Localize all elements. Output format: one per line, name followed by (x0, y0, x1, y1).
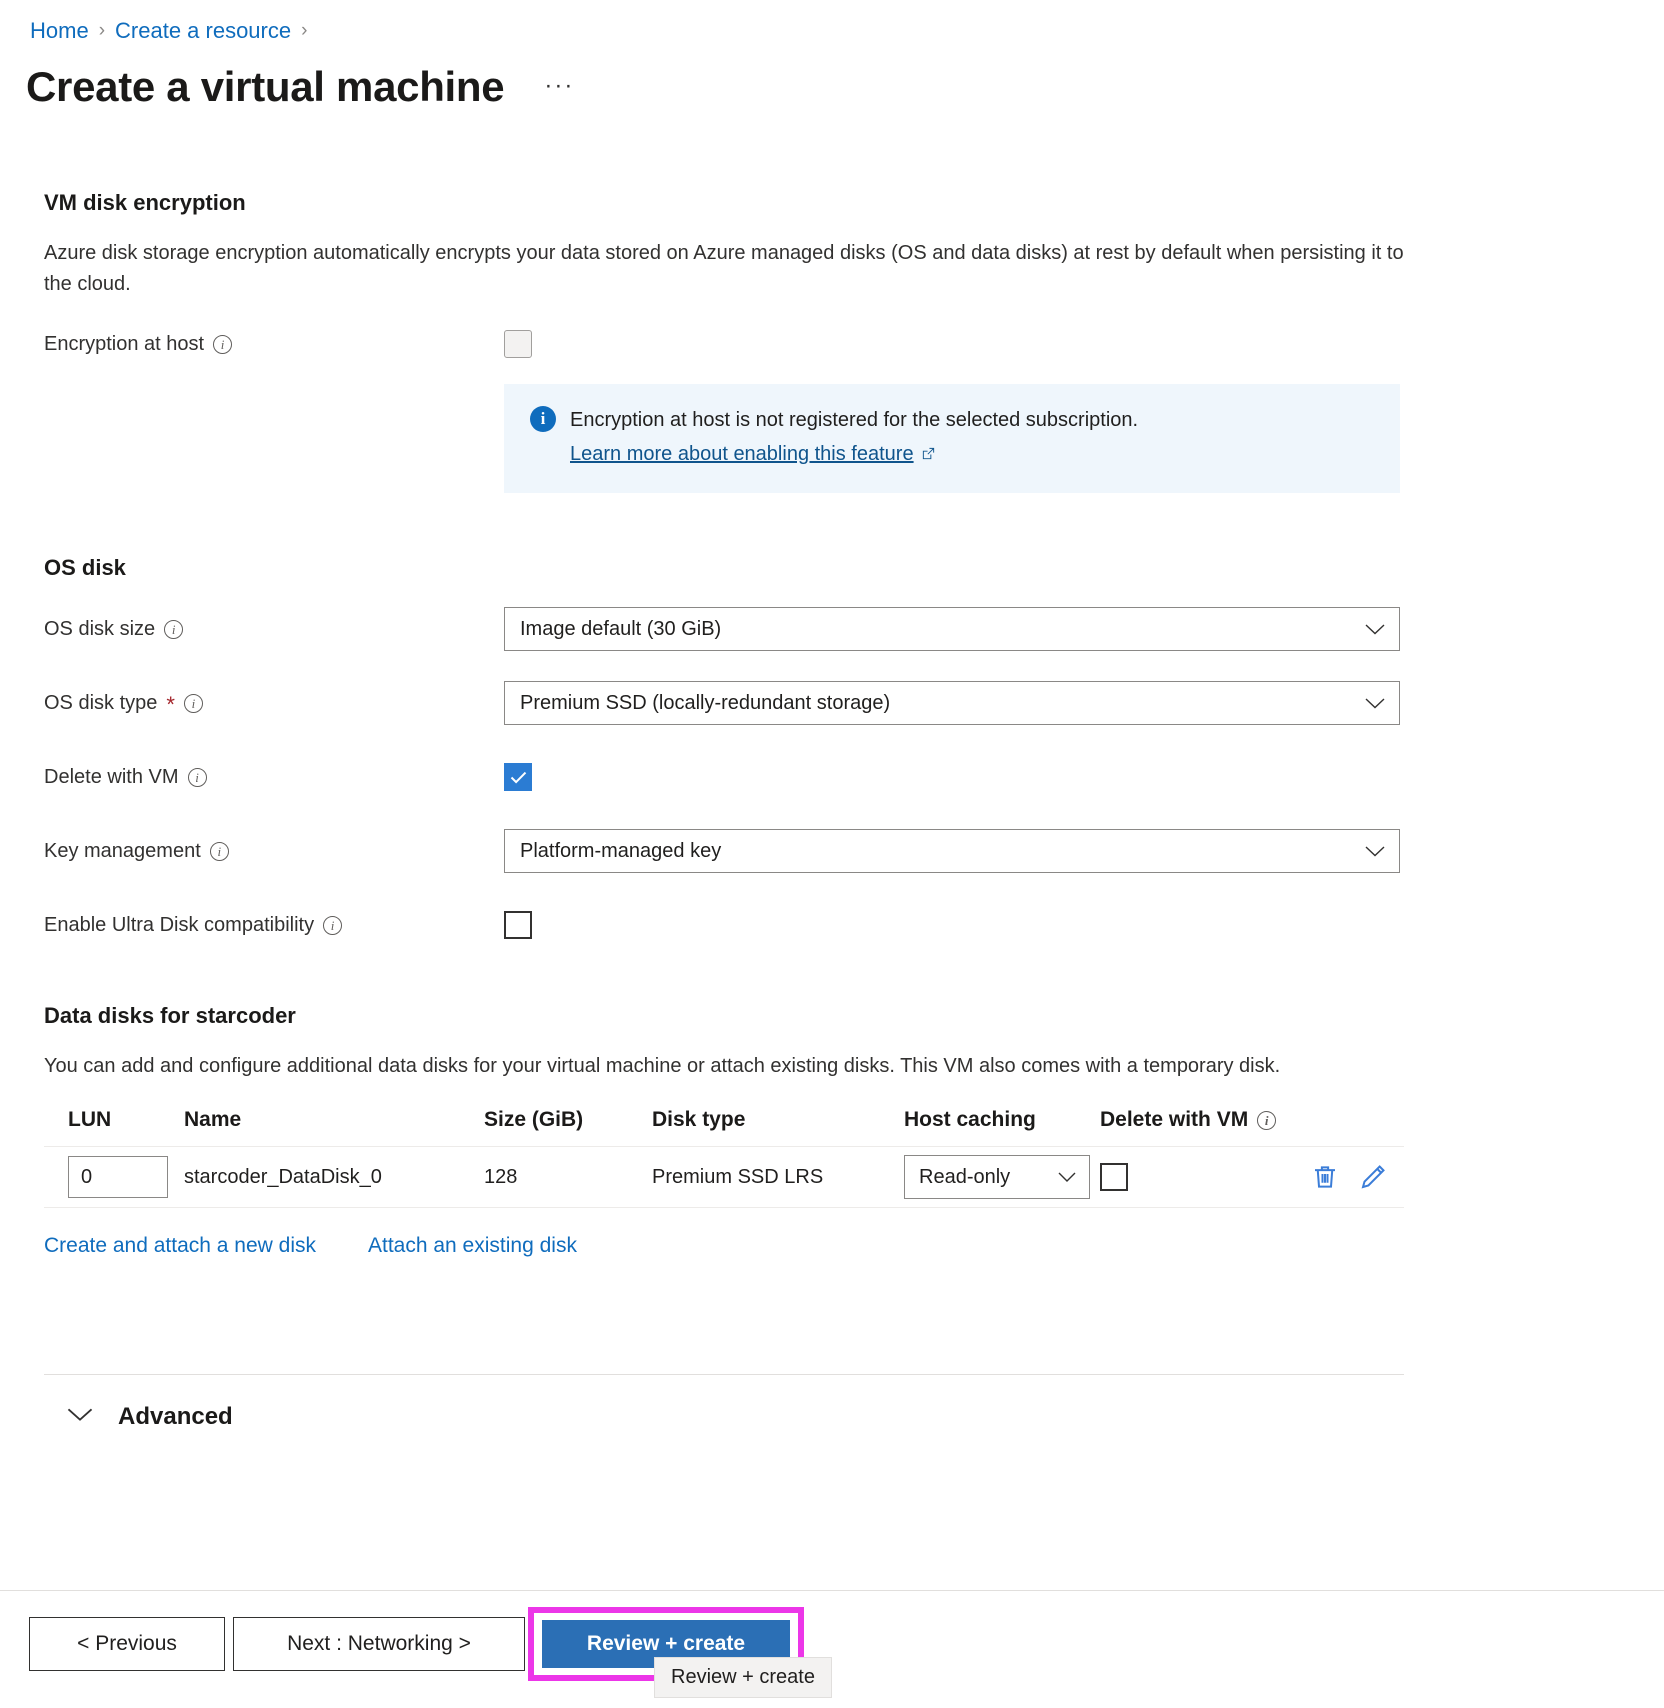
advanced-label: Advanced (118, 1403, 233, 1430)
column-header-host-caching: Host caching (904, 1108, 1036, 1131)
row-delete-with-vm-checkbox[interactable] (1100, 1163, 1128, 1191)
table-row: starcoder_DataDisk_0 128 Premium SSD LRS… (44, 1146, 1404, 1208)
chevron-down-icon (1365, 845, 1385, 857)
os-disk-size-label: OS disk size (44, 617, 156, 640)
advanced-section-toggle[interactable]: Advanced (44, 1375, 1664, 1431)
encryption-at-host-label-group: Encryption at host i (44, 333, 504, 356)
info-icon: i (530, 406, 556, 432)
learn-more-link[interactable]: Learn more about enabling this feature (570, 443, 914, 465)
key-management-label: Key management (44, 839, 201, 862)
data-disks-description: You can add and configure additional dat… (44, 1055, 1281, 1077)
breadcrumb-item-home[interactable]: Home (30, 18, 89, 44)
chevron-down-icon (1365, 697, 1385, 709)
required-indicator: * (166, 692, 175, 717)
footer-bar: < Previous Next : Networking > Review + … (0, 1590, 1664, 1708)
delete-with-vm-label-group: Delete with VM i (44, 766, 504, 789)
table-header-row: LUN Name Size (GiB) Disk type Host cachi… (44, 1100, 1404, 1146)
host-caching-value: Read-only (919, 1165, 1011, 1188)
column-header-delete-with-vm-label: Delete with VM (1100, 1108, 1249, 1131)
info-icon[interactable]: i (183, 693, 203, 713)
chevron-down-icon (1365, 623, 1385, 635)
chevron-right-icon: › (98, 20, 106, 41)
chevron-down-icon (1057, 1172, 1077, 1183)
ultra-disk-checkbox[interactable] (504, 911, 532, 939)
encryption-at-host-row: Encryption at host i (44, 318, 1664, 370)
key-management-select[interactable]: Platform-managed key (504, 829, 1400, 873)
ultra-disk-label: Enable Ultra Disk compatibility (44, 913, 315, 936)
breadcrumb: Home › Create a resource › (30, 18, 307, 44)
cell-disk-type: Premium SSD LRS (652, 1165, 824, 1188)
data-disks-table: LUN Name Size (GiB) Disk type Host cachi… (44, 1100, 1404, 1208)
column-header-name: Name (184, 1108, 242, 1131)
vm-disk-encryption-description: Azure disk storage encryption automatica… (44, 242, 1404, 295)
column-header-delete-with-vm: Delete with VM i (1100, 1108, 1310, 1132)
title-row: Create a virtual machine ··· (26, 63, 574, 110)
cell-name: starcoder_DataDisk_0 (184, 1165, 382, 1188)
os-disk-size-select[interactable]: Image default (30 GiB) (504, 607, 1400, 651)
info-icon[interactable]: i (213, 334, 233, 354)
ultra-disk-row: Enable Ultra Disk compatibility i (44, 899, 1664, 951)
host-caching-select[interactable]: Read-only (904, 1155, 1090, 1199)
next-networking-button[interactable]: Next : Networking > (233, 1617, 525, 1671)
encryption-banner-message: Encryption at host is not registered for… (570, 409, 1139, 431)
lun-input[interactable] (68, 1156, 168, 1198)
page-title: Create a virtual machine (26, 63, 505, 110)
breadcrumb-item-create-a-resource[interactable]: Create a resource (115, 18, 291, 44)
key-management-value: Platform-managed key (520, 839, 722, 862)
info-icon[interactable]: i (187, 767, 207, 787)
column-header-lun: LUN (68, 1108, 112, 1131)
cell-actions (1310, 1162, 1646, 1192)
info-icon[interactable]: i (209, 841, 229, 861)
review-create-tooltip: Review + create (654, 1657, 832, 1698)
ultra-disk-label-group: Enable Ultra Disk compatibility i (44, 914, 504, 937)
info-icon[interactable]: i (164, 619, 184, 639)
encryption-at-host-checkbox[interactable] (504, 330, 532, 358)
cell-lun (44, 1156, 184, 1198)
os-disk-type-value: Premium SSD (locally-redundant storage) (520, 691, 891, 714)
create-and-attach-new-disk-link[interactable]: Create and attach a new disk (44, 1234, 316, 1258)
external-link-icon[interactable] (921, 441, 936, 460)
os-disk-type-select[interactable]: Premium SSD (locally-redundant storage) (504, 681, 1400, 725)
os-disk-type-label: OS disk type (44, 691, 158, 714)
key-management-label-group: Key management i (44, 840, 504, 863)
delete-with-vm-label: Delete with VM (44, 765, 179, 788)
os-disk-size-label-group: OS disk size i (44, 618, 504, 641)
cell-delete-with-vm (1100, 1163, 1310, 1191)
os-disk-size-row: OS disk size i Image default (30 GiB) (44, 603, 1664, 655)
main-content: VM disk encryption Azure disk storage en… (0, 190, 1664, 1431)
encryption-banner-text-group: Encryption at host is not registered for… (570, 406, 1138, 469)
data-disk-links: Create and attach a new disk Attach an e… (44, 1234, 1664, 1258)
cell-size: 128 (484, 1165, 518, 1188)
edit-disk-icon[interactable] (1358, 1162, 1388, 1192)
encryption-at-host-label: Encryption at host (44, 332, 205, 355)
os-disk-size-value: Image default (30 GiB) (520, 617, 722, 640)
attach-existing-disk-link[interactable]: Attach an existing disk (368, 1234, 577, 1258)
key-management-row: Key management i Platform-managed key (44, 825, 1664, 877)
previous-button[interactable]: < Previous (29, 1617, 225, 1671)
data-disks-heading: Data disks for starcoder (44, 1003, 296, 1028)
cell-host-caching: Read-only (904, 1155, 1100, 1199)
delete-disk-icon[interactable] (1310, 1162, 1340, 1192)
chevron-down-icon (66, 1407, 94, 1427)
chevron-right-icon: › (301, 20, 308, 41)
info-icon[interactable]: i (323, 915, 343, 935)
more-actions-icon[interactable]: ··· (544, 72, 574, 110)
vm-disk-encryption-heading: VM disk encryption (44, 190, 246, 215)
os-disk-type-row: OS disk type * i Premium SSD (locally-re… (44, 677, 1664, 729)
encryption-info-banner: i Encryption at host is not registered f… (504, 384, 1400, 493)
check-icon (510, 771, 527, 784)
delete-with-vm-row: Delete with VM i (44, 751, 1664, 803)
create-vm-page: Home › Create a resource › Create a virt… (0, 0, 1664, 1708)
info-icon[interactable]: i (1257, 1110, 1277, 1130)
os-disk-type-label-group: OS disk type * i (44, 691, 504, 717)
column-header-disk-type: Disk type (652, 1108, 746, 1131)
delete-with-vm-checkbox[interactable] (504, 763, 532, 791)
column-header-size: Size (GiB) (484, 1108, 584, 1131)
os-disk-heading: OS disk (44, 555, 126, 580)
